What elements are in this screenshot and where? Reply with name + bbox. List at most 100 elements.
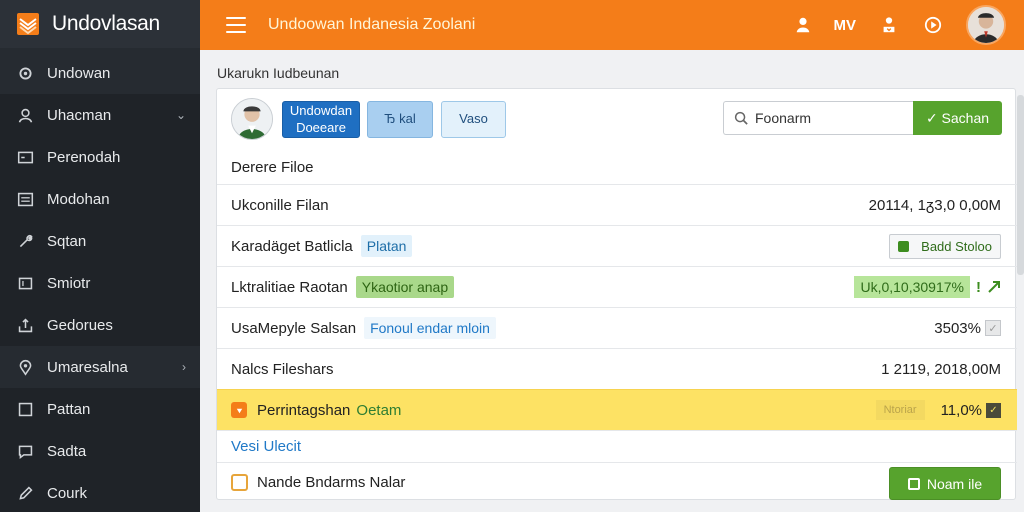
row-value: 20114, 1ᵹ3,0 0,00M — [868, 196, 1001, 214]
sidebar-item-sadta[interactable]: Sadta — [0, 430, 200, 472]
status-label: Badd Stoloo — [921, 238, 992, 254]
tool-icon — [16, 232, 34, 250]
sidebar-item-label: Undowan — [47, 64, 111, 82]
sidebar-item-gedorues[interactable]: Gedorues — [0, 304, 200, 346]
sidebar-item-label: Uhacman — [47, 106, 112, 124]
row-value: 3503% — [934, 319, 981, 337]
chat-icon — [16, 442, 34, 460]
sidebar-item-label: Modohan — [47, 190, 110, 208]
arrow-icon[interactable] — [987, 280, 1001, 294]
table-row-highlighted[interactable]: Perrintagshan Oetam Ntoriar 11,0% ✓ — [217, 389, 1017, 430]
sidebar-item-sqtan[interactable]: Sqtan — [0, 220, 200, 262]
tertiary-button[interactable]: Vaso — [441, 101, 506, 138]
faint-label: Ntoriar — [875, 400, 925, 420]
sidebar-item-perenodah[interactable]: Perenodah — [0, 136, 200, 178]
file-icon — [907, 477, 920, 490]
sidebar-item-umaresalna[interactable]: Umaresalna › — [0, 346, 200, 388]
row-label: UsaMepyle Salsan — [231, 319, 357, 337]
sidebar-item-modohan[interactable]: Modohan — [0, 178, 200, 220]
sidebar-item-label: Courk — [47, 484, 88, 502]
file-list: Derere Filoe Ukconille Filan 20114, 1ᵹ3,… — [217, 151, 1017, 502]
checkbox[interactable]: ✓ — [986, 402, 1001, 418]
table-row[interactable]: Ukconille Filan 20114, 1ᵹ3,0 0,00M — [217, 184, 1017, 225]
topbar: Undoowan Indanesia Zoolani MV — [200, 0, 1024, 50]
footer-label: Nande Bndarms Nalar — [257, 474, 406, 491]
link-row[interactable]: Vesi Ulecit — [217, 430, 1017, 462]
content-panel: Undowdan Doeeare Ђ kal Vaso ✓ Sachan Der… — [216, 88, 1017, 502]
gear-icon — [16, 64, 34, 82]
new-file-button[interactable]: Noam ile — [889, 467, 1001, 500]
table-row[interactable]: Nalcs Fileshars 1 2119, 2018,00M — [217, 348, 1017, 389]
search-box — [723, 101, 913, 135]
brand-name: Undovlasan — [52, 12, 160, 35]
row-link[interactable]: Fonoul endar mloin — [364, 317, 496, 339]
row-label: Karadäget Batlicla — [231, 237, 353, 255]
avatar[interactable] — [231, 98, 273, 140]
table-row[interactable]: UsaMepyle Salsan Fonoul endar mloin 3503… — [217, 307, 1017, 348]
row-value: 11,0% — [940, 401, 982, 419]
sidebar-item-courk[interactable]: Courk — [0, 472, 200, 512]
sidebar-item-uhacman[interactable]: Uhacman ⌄ — [0, 94, 200, 136]
pen-icon — [16, 484, 34, 502]
scrollbar[interactable] — [1017, 95, 1024, 275]
percent-badge: Uk,0,10,30917% — [854, 276, 970, 298]
play-icon[interactable] — [922, 14, 944, 36]
sidebar-item-label: Sqtan — [47, 232, 87, 250]
sidebar-item-smiotr[interactable]: Smiotr — [0, 262, 200, 304]
status-icon — [898, 240, 910, 252]
menu-icon[interactable] — [226, 17, 246, 33]
chevron-right-icon: › — [182, 360, 186, 374]
search-icon — [734, 111, 748, 125]
row-tag: Oetam — [356, 401, 402, 419]
status-badge[interactable]: Badd Stoloo — [889, 233, 1001, 259]
page-icon — [16, 400, 34, 418]
sidebar-item-label: Smiotr — [47, 274, 91, 292]
sidebar-item-label: Sadta — [47, 442, 87, 460]
table-row[interactable]: Karadäget Batlicla Platan Badd Stoloo — [217, 225, 1017, 266]
person-download-icon[interactable] — [878, 14, 900, 36]
checkbox[interactable]: ✓ — [985, 320, 1001, 336]
box-icon — [16, 274, 34, 292]
row-label: Perrintagshan — [257, 401, 351, 419]
avatar[interactable] — [966, 5, 1006, 45]
row-right: 3503% ✓ — [934, 308, 1001, 348]
window-icon — [16, 148, 34, 166]
row-label: Ukconille Filan — [231, 196, 329, 214]
toolbar: Undowdan Doeeare Ђ kal Vaso ✓ Sachan — [217, 89, 1017, 151]
sidebar-item-label: Gedorues — [47, 316, 113, 334]
new-file-label: Noam ile — [926, 475, 983, 492]
primary-button[interactable]: Undowdan Doeeare — [282, 101, 360, 138]
table-row[interactable]: Lktralitiae Raotan Ykaotior anap Uk,0,10… — [217, 266, 1017, 307]
footer-row: Nande Bndarms Nalar Noam ile — [217, 462, 1017, 502]
warning-icon — [231, 402, 247, 418]
row-right: Badd Stoloo — [889, 226, 1001, 266]
top-label[interactable]: MV — [834, 17, 857, 34]
search-button[interactable]: ✓ Sachan — [913, 101, 1002, 135]
row-right: Ntoriar 11,0% ✓ — [875, 390, 1001, 430]
secondary-button[interactable]: Ђ kal — [367, 101, 433, 138]
page-title: Undoowan Indanesia Zoolani — [268, 16, 476, 33]
user-icon — [16, 106, 34, 124]
alert-mark: ! — [976, 278, 981, 296]
table-row[interactable]: Derere Filoe — [217, 151, 1017, 184]
breadcrumb: Ukarukn Iudbeunan — [217, 65, 340, 81]
brand[interactable]: Undovlasan — [0, 0, 200, 48]
user-icon[interactable] — [792, 14, 814, 36]
row-tag: Ykaotior anap — [355, 276, 455, 298]
list-icon — [16, 190, 34, 208]
upload-icon — [16, 316, 34, 334]
row-right: Uk,0,10,30917% ! — [854, 267, 1001, 307]
search-input[interactable] — [755, 110, 905, 126]
chevron-down-icon: ⌄ — [175, 108, 186, 122]
sidebar: Undovlasan Undowan Uhacman ⌄ Perenodah M… — [0, 0, 200, 512]
sidebar-item-label: Umaresalna — [47, 358, 128, 376]
pin-icon — [16, 358, 34, 376]
sidebar-item-undowan[interactable]: Undowan — [0, 52, 200, 94]
row-tag: Platan — [360, 235, 413, 257]
row-label: Lktralitiae Raotan — [231, 278, 348, 296]
sidebar-item-label: Perenodah — [47, 148, 121, 166]
sidebar-item-label: Pattan — [47, 400, 91, 418]
row-value: 1 2119, 2018,00M — [881, 360, 1001, 378]
row-label: Nalcs Fileshars — [231, 360, 334, 378]
sidebar-item-pattan[interactable]: Pattan — [0, 388, 200, 430]
